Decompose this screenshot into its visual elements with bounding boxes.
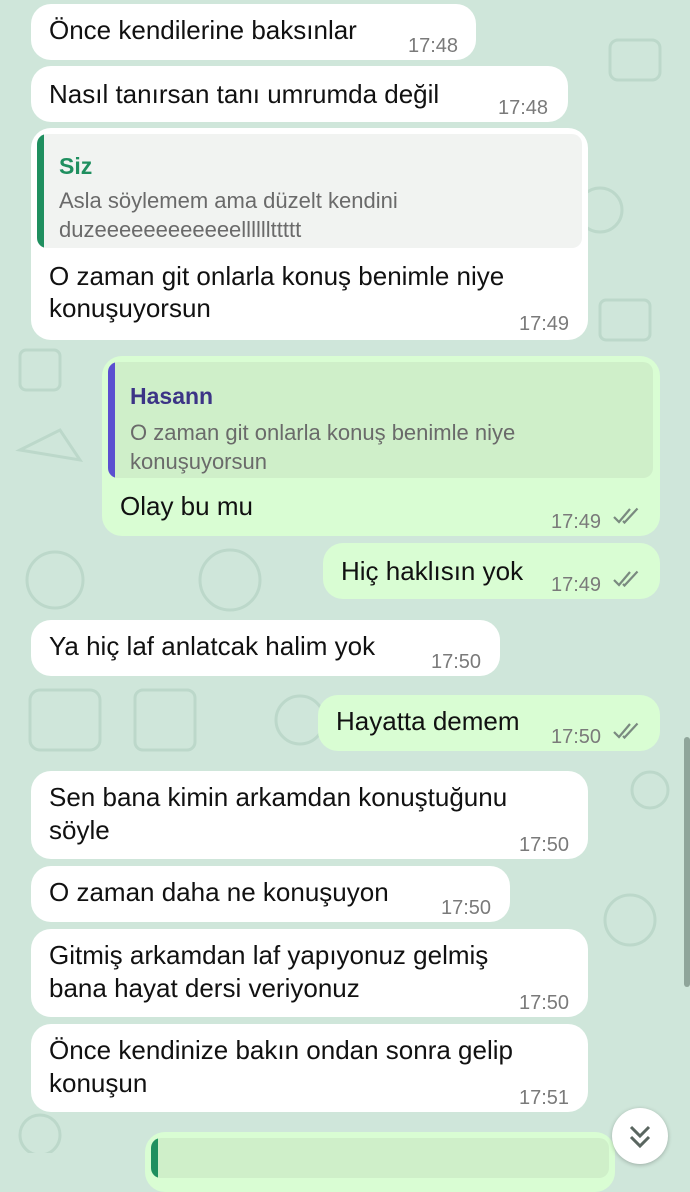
message-text-line: konuşuyorsun	[49, 293, 211, 323]
message-text: Ya hiç laf anlatcak halim yok	[49, 631, 376, 661]
message-incoming[interactable]: Nasıl tanırsan tanı umrumda değil 17:48	[31, 66, 568, 122]
message-incoming[interactable]: O zaman daha ne konuşuyon 17:50	[31, 866, 510, 922]
message-time: 17:48	[408, 35, 459, 57]
double-check-icon	[613, 507, 639, 525]
quoted-message	[151, 1138, 609, 1178]
quote-author: Hasann	[130, 383, 214, 409]
message-time: 17:48	[498, 97, 549, 119]
quote-bar	[37, 134, 44, 248]
message-outgoing[interactable]: Hiç haklısın yok 17:49	[323, 543, 660, 599]
message-incoming[interactable]: Önce kendilerine baksınlar 17:48	[31, 4, 476, 60]
message-time: 17:49	[551, 574, 602, 596]
double-check-icon	[613, 570, 639, 588]
message-time: 17:50	[519, 834, 570, 856]
message-outgoing[interactable]: Hayatta demem 17:50	[318, 695, 660, 751]
message-time: 17:51	[519, 1087, 570, 1109]
scroll-to-bottom-button[interactable]	[612, 1108, 668, 1164]
quoted-message[interactable]: Hasann O zaman git onlarla konuş benimle…	[108, 362, 653, 478]
message-time: 17:50	[431, 651, 482, 673]
message-text: Önce kendilerine baksınlar	[49, 15, 357, 45]
scrollbar[interactable]	[684, 737, 690, 987]
quote-text-line: O zaman git onlarla konuş benimle niye	[130, 420, 516, 445]
quote-bar	[108, 362, 115, 478]
message-time: 17:49	[551, 511, 602, 533]
message-text-line: bana hayat dersi veriyonuz	[49, 973, 360, 1003]
message-text-line: Gitmiş arkamdan laf yapıyonuz gelmiş	[49, 940, 489, 970]
message-text-line: söyle	[49, 815, 110, 845]
quoted-message[interactable]: Siz Asla söylemem ama düzelt kendini duz…	[37, 134, 582, 248]
message-time: 17:50	[551, 726, 602, 748]
message-incoming[interactable]: Gitmiş arkamdan laf yapıyonuz gelmiş ban…	[31, 929, 588, 1017]
message-incoming[interactable]: Sen bana kimin arkamdan konuştuğunu söyl…	[31, 771, 588, 859]
message-time: 17:50	[441, 897, 492, 919]
message-incoming-reply[interactable]: Siz Asla söylemem ama düzelt kendini duz…	[31, 128, 588, 340]
message-text: Hiç haklısın yok	[341, 556, 524, 586]
quote-text-line: Asla söylemem ama düzelt kendini	[59, 188, 398, 213]
message-incoming[interactable]: Önce kendinize bakın ondan sonra gelip k…	[31, 1024, 588, 1112]
message-time: 17:50	[519, 992, 570, 1014]
message-text-line: Önce kendinize bakın ondan sonra gelip	[49, 1035, 513, 1065]
quote-author: Siz	[59, 153, 93, 179]
quote-bar	[151, 1138, 158, 1178]
message-outgoing-reply[interactable]: Hasann O zaman git onlarla konuş benimle…	[102, 356, 660, 536]
message-text: Olay bu mu	[120, 491, 253, 521]
message-text-line: Sen bana kimin arkamdan konuştuğunu	[49, 782, 508, 812]
message-incoming[interactable]: Ya hiç laf anlatcak halim yok 17:50	[31, 620, 500, 676]
double-check-icon	[613, 722, 639, 740]
message-text: Nasıl tanırsan tanı umrumda değil	[49, 79, 440, 109]
message-text-line: O zaman git onlarla konuş benimle niye	[49, 261, 505, 291]
message-outgoing-partial[interactable]	[145, 1132, 615, 1192]
double-chevron-down-icon	[629, 1125, 651, 1149]
message-text-line: konuşun	[49, 1068, 148, 1098]
quote-text-line: konuşuyorsun	[130, 449, 267, 474]
message-time: 17:49	[519, 313, 570, 335]
message-text: O zaman daha ne konuşuyon	[49, 877, 389, 907]
message-text: Hayatta demem	[336, 706, 520, 736]
quote-text-line: duzeeeeeeeeeeeellllllttttt	[59, 217, 302, 242]
